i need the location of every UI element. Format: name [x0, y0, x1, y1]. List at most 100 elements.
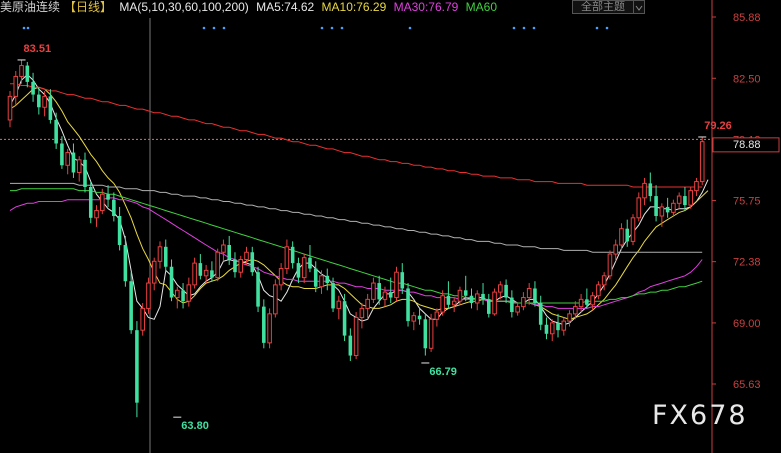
candle-body — [325, 275, 330, 284]
candle-body — [556, 322, 560, 331]
candle-body — [434, 311, 440, 320]
candle-body — [377, 283, 381, 300]
candle-body — [642, 182, 647, 199]
candle-body — [319, 275, 324, 288]
event-dot — [202, 26, 206, 30]
candle-body — [504, 284, 508, 298]
candle-body — [7, 95, 13, 121]
candle-body — [400, 272, 405, 289]
candle-body — [533, 288, 537, 303]
event-dot — [340, 26, 344, 30]
candle-body — [510, 297, 514, 313]
candle-body — [140, 307, 145, 331]
candle-body — [613, 244, 618, 255]
candle-body — [567, 313, 572, 322]
candle-body — [198, 263, 203, 276]
ma-params[interactable]: MA(5,10,30,60,100,200) — [119, 0, 248, 14]
candle-body — [659, 206, 665, 217]
candle-body — [353, 316, 359, 357]
candle-body — [561, 320, 567, 331]
candlestick-chart[interactable]: 83.5163.8066.7979.26 85.8882.5079.1375.7… — [0, 0, 781, 453]
candle-body — [135, 330, 139, 403]
candle-body — [619, 228, 624, 246]
candle-body — [186, 284, 192, 302]
candle-body — [451, 300, 457, 306]
candle-body — [549, 322, 555, 335]
candle-body — [25, 65, 30, 82]
candle-body — [371, 282, 376, 300]
candle-body — [203, 269, 209, 277]
event-dot — [408, 26, 412, 30]
candle-body — [601, 275, 607, 286]
ma5-value: MA5:74.62 — [256, 0, 315, 14]
y-tick-label: 65.63 — [733, 379, 761, 391]
candle-body — [331, 283, 335, 309]
candle-body — [94, 210, 99, 219]
candle-body — [585, 299, 589, 305]
moving-averages — [9, 73, 709, 326]
candle-body — [457, 289, 463, 302]
candle-body — [88, 186, 93, 218]
candle-body — [348, 335, 353, 356]
candle-body — [210, 270, 214, 278]
candle-body — [492, 291, 497, 315]
candle-body — [526, 287, 532, 299]
candle-body — [699, 141, 705, 183]
candle-body — [175, 289, 180, 299]
candle-body — [342, 301, 347, 336]
candle-body — [636, 197, 642, 219]
candle-body — [267, 313, 272, 344]
candle-body — [13, 75, 19, 97]
watermark-logo: FX678 — [652, 400, 748, 431]
event-dot — [22, 26, 26, 30]
candle-body — [469, 295, 474, 303]
event-dot — [222, 26, 226, 30]
candle-body — [406, 288, 410, 322]
candle-body — [515, 306, 520, 313]
candle-body — [474, 293, 480, 304]
candle-body — [336, 300, 342, 309]
candle-body — [192, 262, 197, 286]
candle-body — [296, 263, 301, 278]
candle-body — [290, 246, 295, 264]
candle-body — [65, 152, 70, 166]
candle-body — [301, 257, 307, 279]
annotation-label: 83.51 — [24, 43, 52, 55]
theme-button[interactable]: 全部主题 — [572, 0, 634, 14]
candle-body — [151, 260, 157, 284]
candle-body — [671, 202, 676, 213]
candle-body — [440, 295, 445, 313]
candle-body — [411, 315, 417, 322]
candle-body — [244, 251, 249, 260]
candle-body — [498, 284, 503, 293]
event-dot — [26, 26, 30, 30]
candle-body — [423, 319, 428, 349]
candle-body — [117, 215, 122, 245]
candle-body — [596, 284, 601, 297]
event-dot — [330, 26, 334, 30]
candle-body — [388, 292, 393, 298]
candle-body — [573, 306, 578, 315]
candle-body — [284, 246, 290, 270]
candle-body — [215, 251, 220, 279]
period-label[interactable]: 【日线】 — [64, 0, 112, 14]
candle-body — [676, 195, 682, 204]
candle-body — [157, 246, 163, 262]
candle-body — [54, 119, 58, 144]
event-dot — [532, 26, 536, 30]
annotation-label: 66.79 — [429, 366, 457, 378]
event-dot — [595, 26, 599, 30]
candle-body — [146, 282, 151, 309]
event-markers[interactable] — [22, 26, 609, 30]
event-dot — [320, 26, 324, 30]
y-tick-label: 82.50 — [733, 73, 761, 85]
candle-body — [463, 290, 468, 296]
candle-body — [37, 94, 41, 108]
y-tick-label: 72.38 — [733, 257, 761, 269]
candle-body — [590, 295, 595, 306]
event-dot — [605, 26, 609, 30]
candle-body — [308, 257, 312, 269]
candle-body — [428, 318, 434, 349]
theme-dropdown-icon[interactable] — [633, 0, 645, 14]
candle-body — [76, 159, 82, 173]
